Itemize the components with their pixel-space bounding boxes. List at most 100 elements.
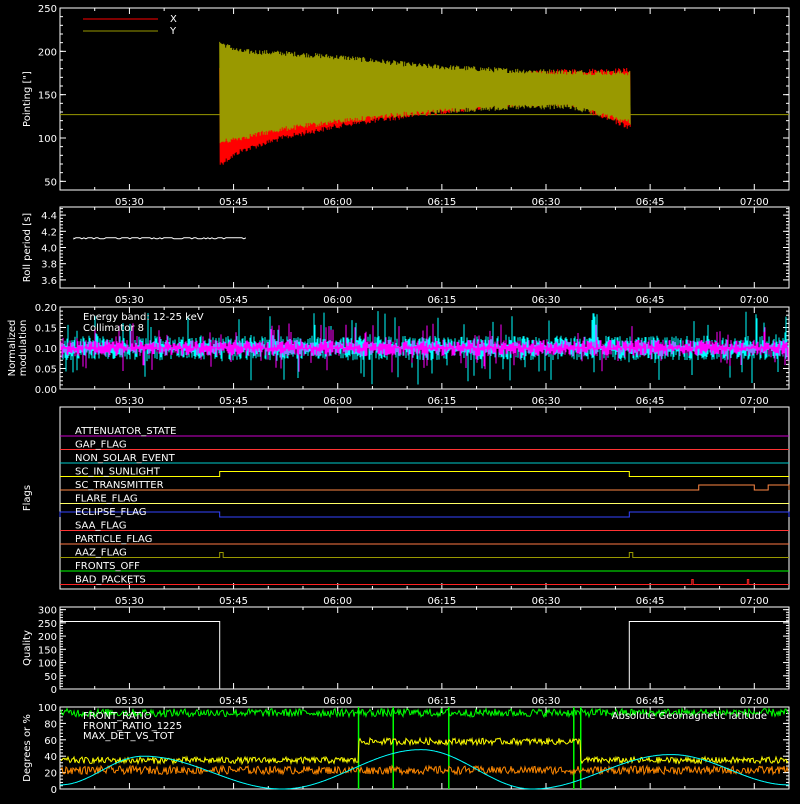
flag-line-bad_packets xyxy=(60,579,789,585)
quality-series xyxy=(60,621,789,690)
modulation-xtick-label: 05:45 xyxy=(219,396,248,407)
roll-xtick-label: 05:45 xyxy=(219,295,248,306)
modulation-xtick-label: 05:30 xyxy=(115,396,144,407)
quality-xtick-label: 07:00 xyxy=(740,696,769,707)
roll-xtick-label: 06:00 xyxy=(323,295,352,306)
roll-xtick-label: 06:15 xyxy=(427,295,456,306)
pointing-xtick-label: 05:30 xyxy=(115,197,144,208)
modulation-ytick-label: 0.05 xyxy=(35,365,57,376)
ratios-ytick-label: 100 xyxy=(38,703,57,714)
roll-series xyxy=(73,237,247,240)
roll-ytick-label: 4.2 xyxy=(41,227,57,238)
ratios-panel: 020406080100Degrees or % FRONT_RATIOFRONT… xyxy=(22,703,790,796)
flags-xtick-label: 07:00 xyxy=(740,596,769,607)
modulation-ylabel: modulation xyxy=(18,320,29,377)
flag-label-non_solar_event: NON_SOLAR_EVENT xyxy=(75,453,176,464)
ratios-ytick-label: 20 xyxy=(44,769,57,780)
roll-xtick-label: 06:45 xyxy=(636,295,665,306)
quality-panel: 05:30 05:45 06:00 06:15 06:30 06:45 07:00 0 50 10… xyxy=(22,606,790,707)
roll-xtick-label: 05:30 xyxy=(115,295,144,306)
pointing-ytick-label: 250 xyxy=(38,4,57,15)
modulation-ytick-label: 0.00 xyxy=(35,385,57,396)
ratios-series-max_det_vs_tot xyxy=(60,764,789,777)
quality-ytick-label: 0 xyxy=(51,685,57,696)
quality-ylabel: Quality xyxy=(22,630,33,666)
quality-ytick-label: 200 xyxy=(38,632,57,643)
chart-stage: 05:30 05:45 06:00 06:15 06:30 06:45 07:00 50 100… xyxy=(0,0,800,800)
ratios-legend-max_det_vs_tot: MAX_DET_VS_TOT xyxy=(83,731,175,742)
roll-ytick-label: 4.4 xyxy=(41,211,57,222)
modulation-panel: 05:30 05:45 06:00 06:15 06:30 06:45 07:00 0.00 0… xyxy=(7,303,790,407)
ratios-ytick-label: 40 xyxy=(44,752,57,763)
flag-label-gap_flag: GAP_FLAG xyxy=(75,440,127,451)
flags-xtick-label: 06:15 xyxy=(427,596,456,607)
modulation-ytick-label: 0.15 xyxy=(35,324,57,335)
flag-line-sc_transmitter xyxy=(60,484,790,491)
roll-frame xyxy=(59,206,790,289)
quality-xtick-label: 05:30 xyxy=(115,696,144,707)
flag-label-sc_in_sunlight: SC_IN_SUNLIGHT xyxy=(75,467,161,478)
quality-xtick-label: 06:00 xyxy=(323,696,352,707)
pointing-ylabel: Pointing ["] xyxy=(22,71,33,127)
pointing-xtick-label: 07:00 xyxy=(740,197,769,208)
modulation-ytick-label: 0.20 xyxy=(35,303,57,314)
pointing-xtick-label: 06:00 xyxy=(323,197,352,208)
flag-label-attenuator_state: ATTENUATOR_STATE xyxy=(75,426,176,437)
pointing-ytick-label: 100 xyxy=(38,134,57,145)
flag-label-aaz_flag: AAZ_FLAG xyxy=(75,548,127,559)
pointing-legend-label-Y: Y xyxy=(169,26,177,37)
pointing-xtick-label: 06:30 xyxy=(532,197,561,208)
pointing-xtick-label: 05:45 xyxy=(219,197,248,208)
pointing-xtick-label: 06:15 xyxy=(427,197,456,208)
ratios-ylabel: Degrees or % xyxy=(22,714,33,782)
flag-label-particle_flag: PARTICLE_FLAG xyxy=(75,534,152,545)
flags-xtick-label: 06:45 xyxy=(636,596,665,607)
roll-xtick-label: 07:00 xyxy=(740,295,769,306)
pointing-ytick-label: 50 xyxy=(44,177,57,188)
multi-panel-chart: 05:30 05:45 06:00 06:15 06:30 06:45 07:00 50 100… xyxy=(7,4,790,796)
modulation-xtick-label: 07:00 xyxy=(740,396,769,407)
roll-ytick-label: 4.0 xyxy=(41,244,57,255)
flag-label-fronts_off: FRONTS_OFF xyxy=(75,561,140,572)
modulation-series-1 xyxy=(60,323,789,373)
ratios-series-front_ratio_1225 xyxy=(60,736,789,766)
modulation-xtick-label: 06:15 xyxy=(427,396,456,407)
quality-xtick-label: 06:45 xyxy=(636,696,665,707)
quality-ytick-label: 50 xyxy=(44,672,57,683)
flag-line-eclipse_flag xyxy=(59,511,790,518)
modulation-ytick-label: 0.10 xyxy=(35,344,57,355)
roll-ytick-label: 3.8 xyxy=(41,260,57,271)
quality-frame xyxy=(59,606,790,690)
quality-ytick-label: 100 xyxy=(38,659,57,670)
flag-line-sc_in_sunlight xyxy=(60,471,789,477)
flag-label-bad_packets: BAD_PACKETS xyxy=(75,575,146,586)
quality-xtick-label: 06:30 xyxy=(532,696,561,707)
modulation-xtick-label: 06:45 xyxy=(636,396,665,407)
quality-xtick-label: 06:15 xyxy=(427,696,456,707)
pointing-ytick-label: 150 xyxy=(38,91,57,102)
flags-xtick-label: 06:30 xyxy=(532,596,561,607)
pointing-legend-label-X: X xyxy=(170,14,177,25)
ratios-latitude-label: Absolute Geomagnetic latitude xyxy=(612,711,767,722)
roll-ytick-label: 3.6 xyxy=(41,276,57,287)
roll-xtick-label: 06:30 xyxy=(532,295,561,306)
flags-xtick-label: 06:00 xyxy=(323,596,352,607)
modulation-xtick-label: 06:00 xyxy=(323,396,352,407)
quality-ytick-label: 150 xyxy=(38,645,57,656)
flag-label-sc_transmitter: SC_TRANSMITTER xyxy=(75,480,164,491)
flags-ylabel: Flags xyxy=(22,485,33,511)
pointing-xtick-label: 06:45 xyxy=(636,197,665,208)
roll-ylabel: Roll period [s] xyxy=(22,213,33,282)
modulation-ylabel: Normalized xyxy=(7,320,18,377)
flags-panel: 05:30 05:45 06:00 06:15 06:30 06:45 07:00 Flags… xyxy=(22,406,790,607)
pointing-ytick-label: 200 xyxy=(38,47,57,58)
flag-label-saa_flag: SAA_FLAG xyxy=(75,521,126,532)
roll-panel: 05:30 05:45 06:00 06:15 06:30 06:45 07:00 3.6 3.… xyxy=(22,206,790,306)
flags-xtick-label: 05:30 xyxy=(115,596,144,607)
flags-xtick-label: 05:45 xyxy=(219,596,248,607)
modulation-annotation: Energy band: 12-25 keV xyxy=(83,312,204,323)
flag-label-flare_flag: FLARE_FLAG xyxy=(75,494,138,505)
pointing-panel: 05:30 05:45 06:00 06:15 06:30 06:45 07:00 50 100… xyxy=(22,4,790,208)
ratios-ytick-label: 60 xyxy=(44,736,57,747)
ratios-ytick-label: 80 xyxy=(44,719,57,730)
